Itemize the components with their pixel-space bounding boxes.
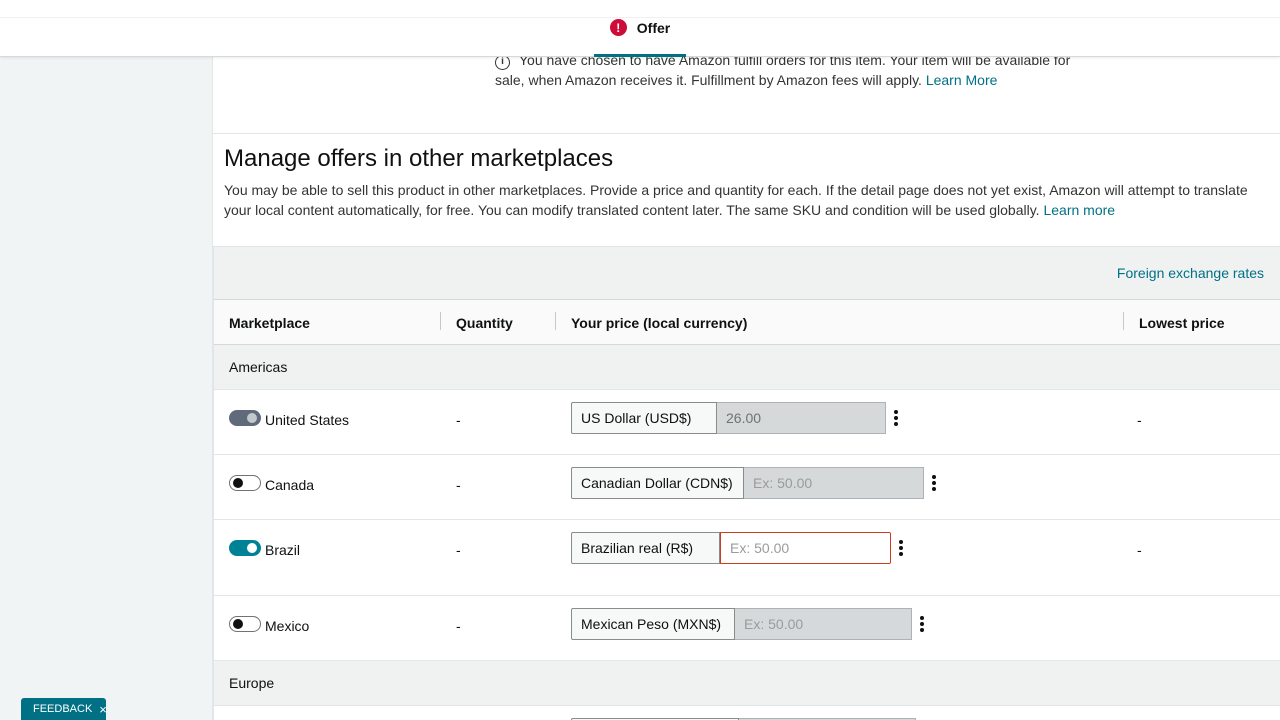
price-input[interactable] bbox=[720, 532, 891, 564]
marketplace-toggle[interactable] bbox=[229, 616, 261, 632]
tab-offer-label: Offer bbox=[636, 19, 671, 36]
table-row: Brazil - Brazilian real (R$) - bbox=[214, 520, 1280, 596]
table-toolbar: Foreign exchange rates bbox=[214, 246, 1280, 299]
main-content: i You have chosen to have Amazon fulfill … bbox=[213, 52, 1280, 720]
table-header: Marketplace Quantity Your price (local c… bbox=[214, 299, 1280, 345]
table-row: Canada - Canadian Dollar (CDN$) bbox=[214, 455, 1280, 520]
more-options-icon[interactable] bbox=[931, 475, 937, 491]
quantity-value: - bbox=[456, 477, 461, 493]
quantity-value: - bbox=[456, 542, 461, 558]
table-row bbox=[214, 706, 1280, 720]
table-row: United States - US Dollar (USD$) - bbox=[214, 390, 1280, 455]
country-name: United States bbox=[265, 412, 350, 428]
table-row: Mexico - Mexican Peso (MXN$) bbox=[214, 596, 1280, 661]
section-title: Manage offers in other marketplaces bbox=[224, 145, 614, 172]
country-name: Mexico bbox=[265, 618, 310, 634]
country-name: Brazil bbox=[265, 542, 301, 558]
marketplace-toggle[interactable] bbox=[229, 410, 261, 426]
column-header-price: Your price (local currency) bbox=[571, 315, 748, 331]
column-header-quantity: Quantity bbox=[456, 315, 513, 331]
active-tab-underline bbox=[594, 54, 686, 57]
more-options-icon[interactable] bbox=[893, 410, 899, 426]
divider bbox=[213, 133, 1280, 134]
lowest-price-value: - bbox=[1137, 412, 1142, 428]
column-header-lowest-price: Lowest price bbox=[1139, 315, 1225, 331]
feedback-button[interactable]: FEEDBACK × bbox=[21, 698, 107, 720]
column-separator[interactable] bbox=[555, 312, 556, 330]
foreign-exchange-rates-link[interactable]: Foreign exchange rates bbox=[1117, 265, 1264, 281]
group-row-europe: Europe bbox=[214, 661, 1280, 706]
country-name: Canada bbox=[265, 477, 315, 493]
top-nav: ! Offer bbox=[0, 0, 1280, 57]
column-separator[interactable] bbox=[440, 312, 441, 330]
marketplace-table: Foreign exchange rates Marketplace Quant… bbox=[213, 246, 1280, 720]
left-rail bbox=[0, 56, 213, 720]
price-input[interactable] bbox=[744, 467, 924, 499]
currency-label: Brazilian real (R$) bbox=[571, 532, 720, 564]
close-icon[interactable]: × bbox=[99, 702, 107, 717]
marketplace-toggle[interactable] bbox=[229, 540, 261, 556]
group-label: Americas bbox=[229, 359, 288, 375]
group-row-americas: Americas bbox=[214, 345, 1280, 390]
error-icon: ! bbox=[609, 19, 627, 36]
column-header-marketplace: Marketplace bbox=[229, 315, 310, 331]
quantity-value: - bbox=[456, 412, 461, 428]
price-input[interactable] bbox=[735, 608, 912, 640]
column-separator[interactable] bbox=[1123, 312, 1124, 330]
quantity-value: - bbox=[456, 618, 461, 634]
more-options-icon[interactable] bbox=[898, 540, 904, 556]
section-learn-more-link[interactable]: Learn more bbox=[1043, 202, 1115, 218]
currency-label: US Dollar (USD$) bbox=[571, 402, 717, 434]
currency-label: Mexican Peso (MXN$) bbox=[571, 608, 735, 640]
currency-label: Canadian Dollar (CDN$) bbox=[571, 467, 744, 499]
lowest-price-value: - bbox=[1137, 542, 1142, 558]
marketplace-toggle[interactable] bbox=[229, 475, 261, 491]
group-label: Europe bbox=[229, 675, 275, 691]
tab-offer[interactable]: ! Offer bbox=[594, 0, 686, 57]
fba-learn-more-link[interactable]: Learn More bbox=[926, 72, 998, 88]
price-input[interactable] bbox=[717, 402, 886, 434]
section-description: You may be able to sell this product in … bbox=[224, 180, 1264, 220]
feedback-label: FEEDBACK bbox=[33, 703, 93, 715]
more-options-icon[interactable] bbox=[919, 616, 925, 632]
